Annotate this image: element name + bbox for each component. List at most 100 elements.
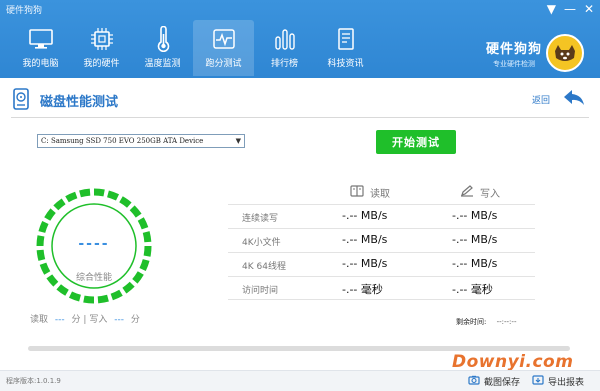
table-row: 访问时间 -.-- 毫秒 -.-- 毫秒	[228, 276, 535, 300]
main-nav: 我的电脑 我的硬件 温度监测 跑分测试 排行榜 科技资讯	[10, 20, 376, 76]
thermometer-icon	[148, 26, 178, 52]
divider	[11, 117, 589, 118]
remaining-time-label: 剩余时间:	[456, 318, 487, 326]
table-row: 4K 64线程 -.-- MB/s -.-- MB/s	[228, 252, 535, 276]
gauge-score: ----	[78, 236, 110, 252]
write-column-header: 写入	[460, 185, 500, 200]
brand-name: 硬件狗狗	[485, 41, 542, 57]
row-write-value: -.-- MB/s	[452, 257, 498, 270]
row-label: 访问时间	[242, 286, 279, 296]
gauge-segment	[53, 198, 66, 211]
nav-label: 跑分测试	[205, 59, 242, 69]
back-arrow-icon[interactable]	[562, 88, 586, 112]
window-title: 硬件狗狗	[6, 6, 43, 16]
export-icon	[532, 375, 544, 388]
gauge-segment	[65, 191, 78, 203]
gauge-segment	[107, 190, 120, 201]
window-controls: ▼ — ✕	[547, 2, 594, 16]
export-report-button[interactable]: 导出报表	[532, 375, 584, 388]
row-read-value: -.-- 毫秒	[342, 283, 383, 296]
results-header: 读取 写入	[228, 180, 535, 204]
nav-temperature[interactable]: 温度监测	[132, 20, 193, 76]
version-label: 程序版本:1.0.1.9	[6, 377, 61, 385]
page-title: 磁盘性能测试	[40, 95, 119, 110]
page-title-row: 磁盘性能测试 返回	[0, 84, 600, 114]
table-row: 连续读写 -.-- MB/s -.-- MB/s	[228, 204, 535, 228]
device-select-value: C: Samsung SSD 750 EVO 250GB ATA Device	[41, 137, 204, 145]
row-label: 连续读写	[242, 214, 279, 224]
app-header: 硬件狗狗 ▼ — ✕ 我的电脑 我的硬件 温度监测 跑分测试 排行榜 科技资讯 …	[0, 0, 600, 78]
bars-icon	[270, 26, 300, 52]
write-header-label: 写入	[480, 189, 500, 200]
chevron-down-icon: ▼	[235, 137, 241, 145]
nav-label: 科技资讯	[327, 59, 364, 69]
status-bar: 程序版本:1.0.1.9 截图保存 导出报表	[0, 370, 600, 391]
row-read-value: -.-- MB/s	[342, 209, 388, 222]
score-separator: |	[83, 315, 87, 325]
screenshot-label: 截图保存	[484, 378, 521, 388]
nav-ranking[interactable]: 排行榜	[254, 20, 315, 76]
monitor-icon	[26, 26, 56, 52]
read-score-unit: 分	[71, 315, 81, 325]
gauge-segment	[110, 289, 123, 301]
gauge-segment	[38, 220, 49, 233]
pen-icon	[460, 185, 474, 200]
nav-label: 排行榜	[270, 59, 298, 69]
pulse-icon	[209, 26, 239, 52]
gauge-segment	[93, 188, 105, 197]
row-write-value: -.-- MB/s	[452, 233, 498, 246]
brand: 硬件狗狗 专业硬件检测	[486, 34, 584, 72]
brand-tagline: 专业硬件检测	[492, 59, 535, 68]
remaining-time-value: --:--:--	[496, 318, 517, 326]
nav-my-computer[interactable]: 我的电脑	[10, 20, 71, 76]
read-score-label: 读取	[30, 315, 49, 325]
disk-icon	[13, 88, 29, 110]
row-label: 4K小文件	[242, 238, 281, 248]
row-read-value: -.-- MB/s	[342, 233, 388, 246]
gauge-segment	[129, 205, 142, 218]
nav-label: 温度监测	[144, 59, 181, 69]
gauge-segment	[79, 188, 91, 198]
results-table: 读取 写入 连续读写 -.-- MB/s -.-- MB/s 4K小文件 -.-…	[228, 180, 535, 300]
write-score-value: ---	[114, 315, 124, 325]
gauge-stats: 读取 --- 分 | 写入 --- 分	[30, 312, 140, 325]
nav-label: 我的硬件	[83, 59, 120, 69]
nav-my-hardware[interactable]: 我的硬件	[71, 20, 132, 76]
nav-tech-news[interactable]: 科技资讯	[315, 20, 376, 76]
progress-bar	[28, 346, 570, 351]
camera-icon	[468, 375, 480, 388]
gauge-segment	[97, 294, 109, 304]
gauge-segment	[68, 291, 81, 302]
screenshot-button[interactable]: 截图保存	[468, 375, 520, 388]
start-test-button[interactable]: 开始测试	[376, 130, 456, 154]
dog-logo-icon	[546, 34, 584, 72]
gauge-label: 综合性能	[75, 273, 112, 283]
write-score-label: 写入	[89, 315, 108, 325]
gauge-segment	[137, 217, 149, 230]
export-label: 导出报表	[548, 378, 585, 388]
device-select[interactable]: C: Samsung SSD 750 EVO 250GB ATA Device …	[37, 134, 245, 148]
document-icon	[331, 26, 361, 52]
back-link[interactable]: 返回	[532, 93, 550, 106]
minimize-button[interactable]: —	[564, 2, 576, 16]
read-header-label: 读取	[370, 189, 390, 200]
gauge-segment	[122, 281, 135, 294]
row-write-value: -.-- MB/s	[452, 209, 498, 222]
gauge-segment	[44, 208, 56, 221]
gauge-segment	[83, 295, 95, 304]
write-score-unit: 分	[130, 315, 140, 325]
gauge-segment	[139, 259, 150, 272]
row-read-value: -.-- MB/s	[342, 257, 388, 270]
nav-label: 我的电脑	[22, 59, 59, 69]
row-write-value: -.-- 毫秒	[452, 283, 493, 296]
read-column-header: 读取	[350, 185, 390, 200]
menu-dropdown-button[interactable]: ▼	[547, 2, 556, 16]
gauge-segment	[56, 284, 69, 296]
read-score-value: ---	[54, 315, 65, 325]
watermark: Downyi.com	[452, 352, 574, 372]
close-button[interactable]: ✕	[584, 2, 594, 16]
row-label: 4K 64线程	[242, 262, 286, 272]
table-row: 4K小文件 -.-- MB/s -.-- MB/s	[228, 228, 535, 252]
nav-benchmark[interactable]: 跑分测试	[193, 20, 254, 76]
remaining-time: 剩余时间: --:--:--	[456, 317, 516, 327]
